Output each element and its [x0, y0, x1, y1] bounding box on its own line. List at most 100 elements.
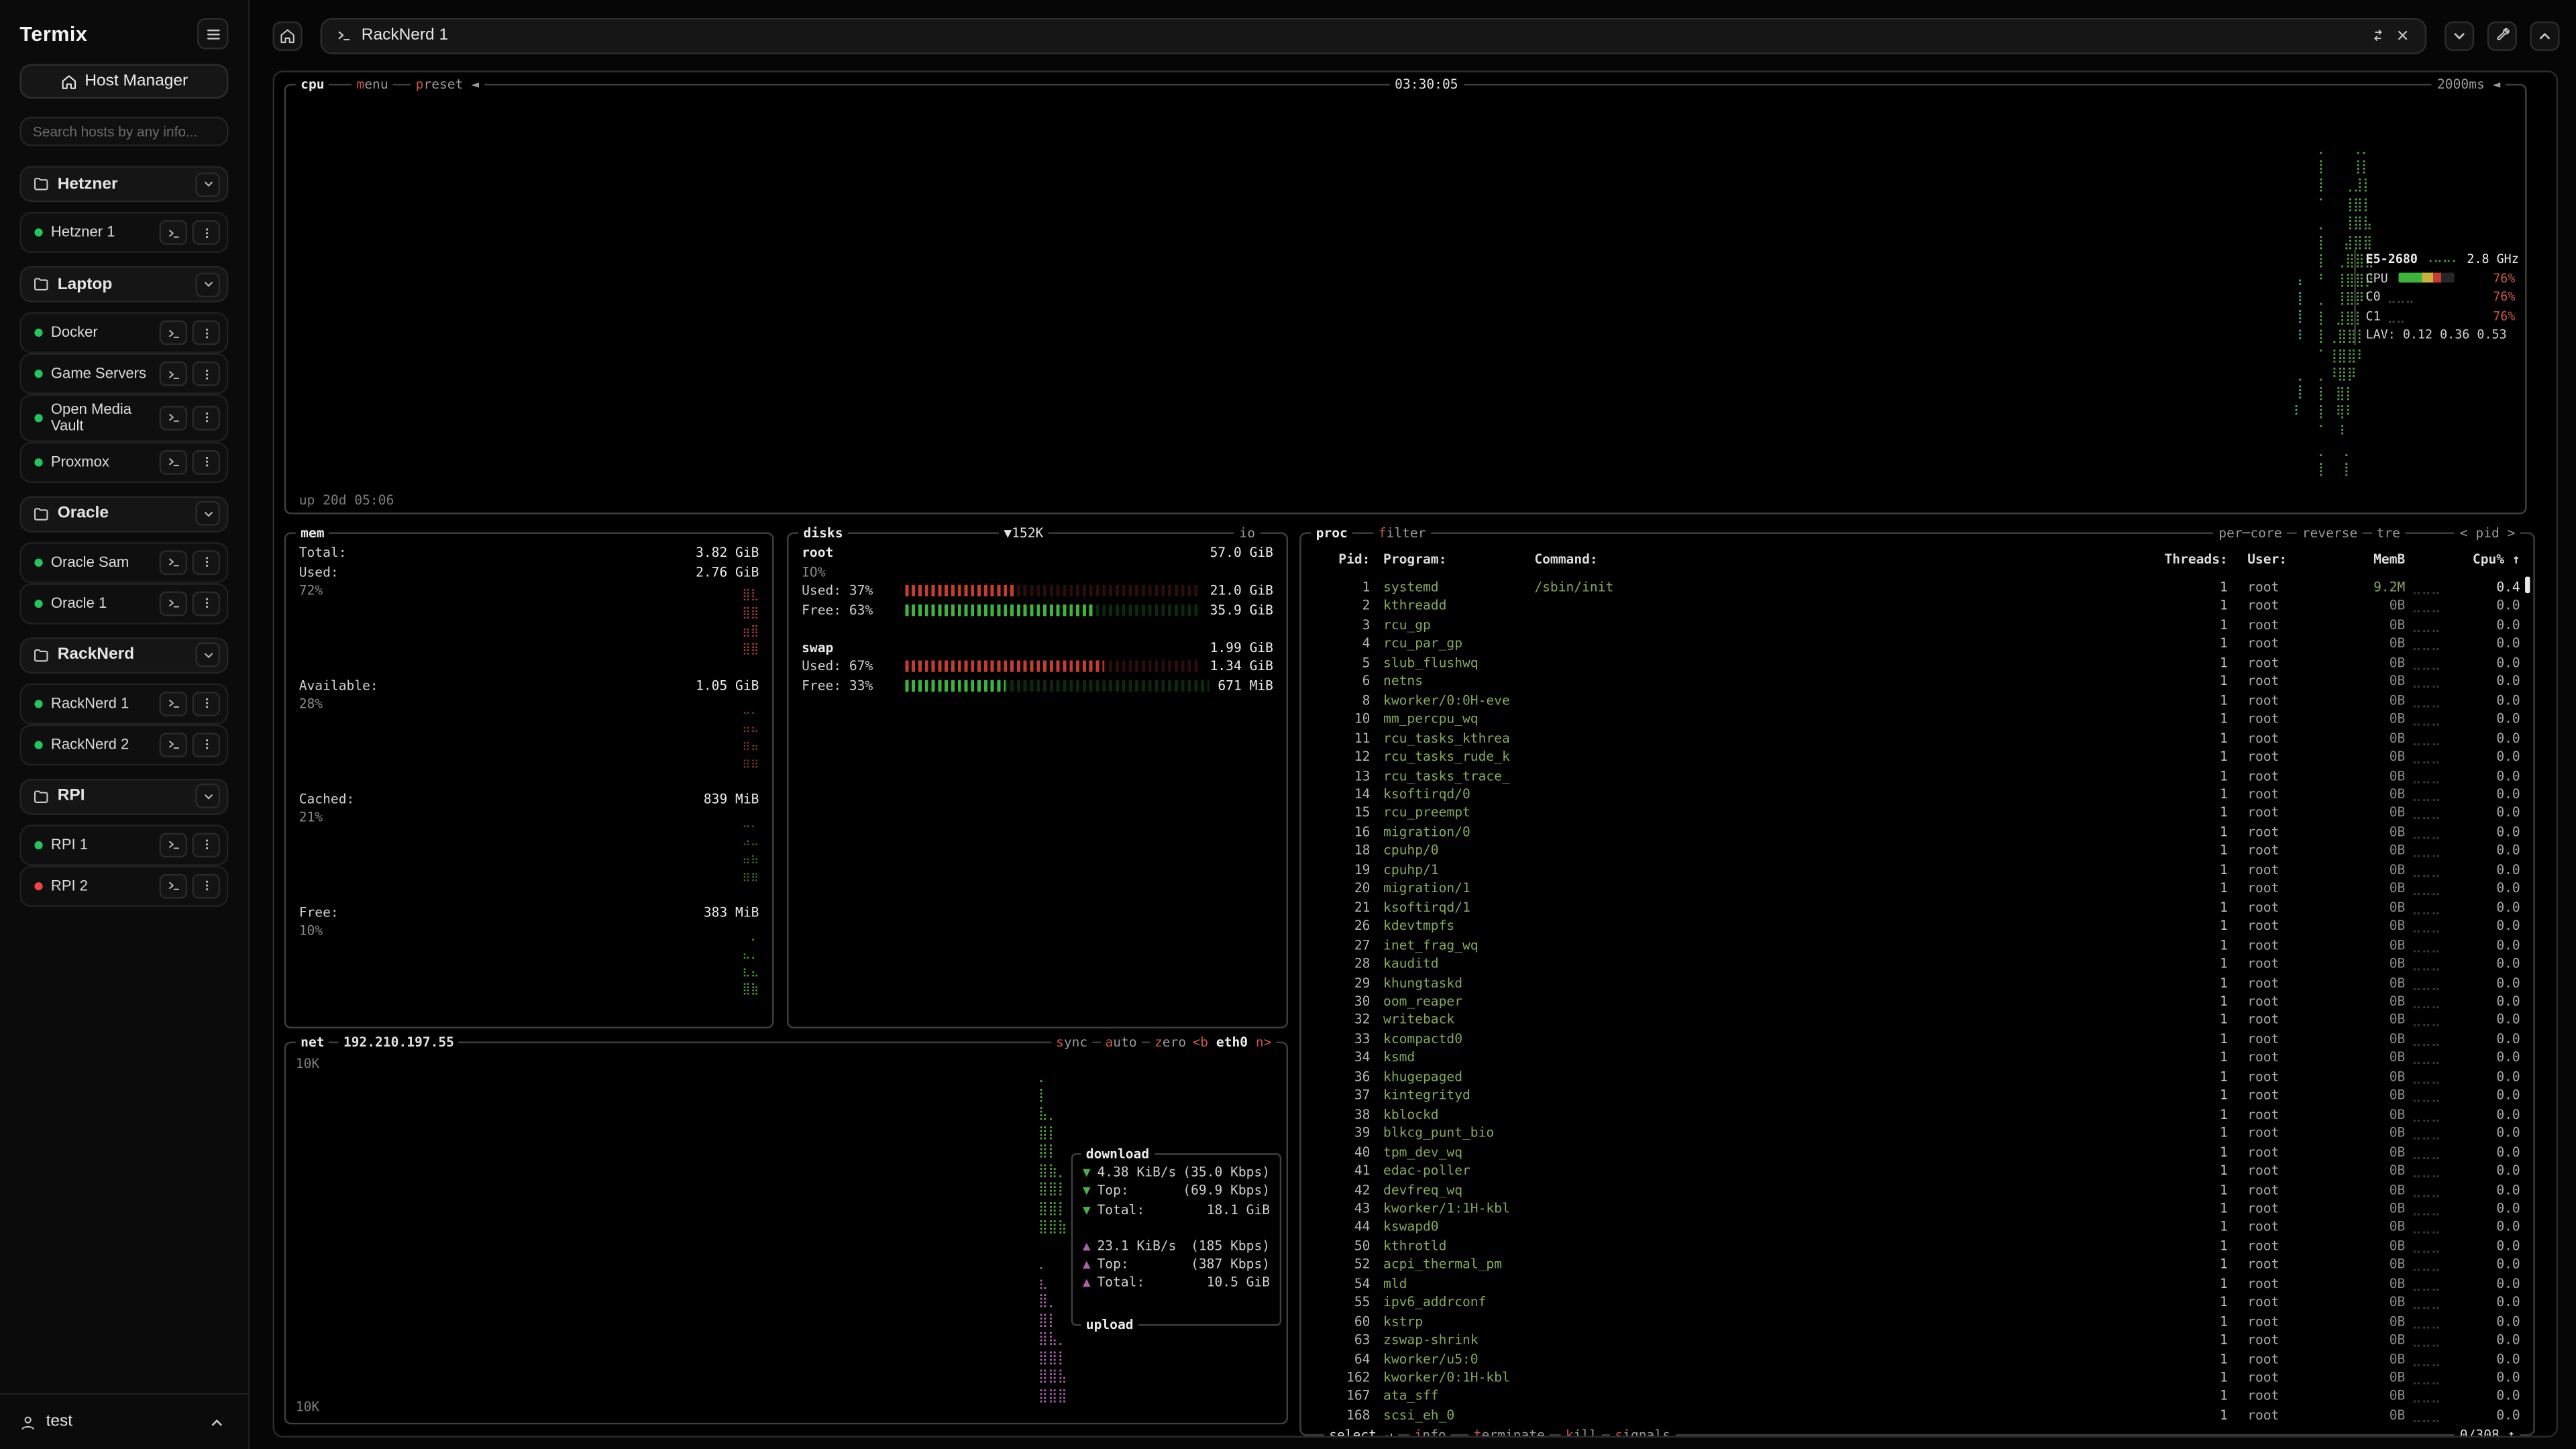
proc-scrollbar-thumb[interactable]: [2525, 577, 2530, 593]
process-row[interactable]: 44 kswapd0 1 root 0B ⣀⣀⣀ 0.0: [1314, 1218, 2520, 1237]
host-connect-button[interactable]: [160, 591, 188, 616]
menu-button[interactable]: menu: [352, 76, 393, 94]
process-row[interactable]: 8 kworker/0:0H-eve 1 root 0B ⣀⣀⣀ 0.0: [1314, 691, 2520, 710]
host-menu-button[interactable]: [193, 362, 221, 386]
process-row[interactable]: 19 cpuhp/1 1 root 0B ⣀⣀⣀ 0.0: [1314, 861, 2520, 879]
host-connect-button[interactable]: [160, 550, 188, 575]
host-menu-button[interactable]: [193, 732, 221, 757]
tab-racknerd-1[interactable]: RackNerd 1: [321, 17, 2427, 54]
process-row[interactable]: 162 kworker/0:1H-kbl 1 root 0B ⣀⣀⣀ 0.0: [1314, 1368, 2520, 1387]
host-menu-button[interactable]: [193, 591, 221, 616]
host-menu-button[interactable]: [193, 321, 221, 345]
host-connect-button[interactable]: [160, 362, 188, 386]
refresh-interval[interactable]: 2000ms ◄: [2432, 76, 2506, 94]
terminal-pane[interactable]: cpu menu preset ◄ 03:30:05 2000ms ◄ ⡀ ⢀⡀…: [273, 70, 2559, 1438]
proc-signals-button[interactable]: signals: [1610, 1426, 1675, 1438]
proc-sort-selector[interactable]: < pid >: [2455, 524, 2520, 542]
process-row[interactable]: 43 kworker/1:1H-kbl 1 root 0B ⣀⣀⣀ 0.0: [1314, 1199, 2520, 1218]
host-item[interactable]: RackNerd 2: [19, 724, 228, 765]
proc-tree-button[interactable]: tre: [2371, 524, 2405, 542]
proc-info-button[interactable]: info: [1409, 1426, 1451, 1438]
host-connect-button[interactable]: [160, 732, 188, 757]
folder-collapse-button[interactable]: [195, 643, 220, 667]
process-row[interactable]: 60 kstrp 1 root 0B ⣀⣀⣀ 0.0: [1314, 1312, 2520, 1331]
folder-header-laptop[interactable]: Laptop: [19, 266, 228, 303]
process-row[interactable]: 42 devfreq_wq 1 root 0B ⣀⣀⣀ 0.0: [1314, 1181, 2520, 1199]
process-row[interactable]: 12 rcu_tasks_rude_k 1 root 0B ⣀⣀⣀ 0.0: [1314, 747, 2520, 766]
host-connect-button[interactable]: [160, 406, 188, 431]
host-menu-button[interactable]: [193, 406, 221, 431]
host-menu-button[interactable]: [193, 833, 221, 857]
folder-collapse-button[interactable]: [195, 501, 220, 526]
host-connect-button[interactable]: [160, 449, 188, 474]
process-row[interactable]: 20 migration/1 1 root 0B ⣀⣀⣀ 0.0: [1314, 879, 2520, 898]
process-row[interactable]: 41 edac-poller 1 root 0B ⣀⣀⣀ 0.0: [1314, 1162, 2520, 1181]
host-connect-button[interactable]: [160, 321, 188, 345]
process-row[interactable]: 168 scsi_eh_0 1 root 0B ⣀⣀⣀ 0.0: [1314, 1406, 2520, 1425]
preset-button[interactable]: preset ◄: [411, 76, 484, 94]
net-sync-button[interactable]: sync: [1051, 1033, 1093, 1051]
header-pid[interactable]: Pid:: [1314, 550, 1370, 569]
header-cpu[interactable]: Cpu% ↑: [2451, 550, 2520, 569]
header-program[interactable]: Program:: [1383, 550, 1534, 569]
process-row[interactable]: 10 mm_percpu_wq 1 root 0B ⣀⣀⣀ 0.0: [1314, 710, 2520, 729]
host-item[interactable]: Game Servers: [19, 354, 228, 394]
collapse-button[interactable]: [2530, 21, 2559, 50]
proc-select-button[interactable]: select ↵: [1324, 1426, 1397, 1438]
folder-header-oracle[interactable]: Oracle: [19, 496, 228, 532]
process-row[interactable]: 36 khugepaged 1 root 0B ⣀⣀⣀ 0.0: [1314, 1067, 2520, 1086]
process-row[interactable]: 21 ksoftirqd/1 1 root 0B ⣀⣀⣀ 0.0: [1314, 898, 2520, 917]
host-connect-button[interactable]: [160, 220, 188, 245]
host-item[interactable]: RPI 2: [19, 865, 228, 906]
close-tab-icon[interactable]: [2396, 28, 2410, 43]
header-user[interactable]: User:: [2247, 550, 2329, 569]
search-input[interactable]: [19, 117, 228, 146]
net-auto-button[interactable]: auto: [1100, 1033, 1142, 1051]
net-interface-switcher[interactable]: <b eth0 n>: [1187, 1033, 1277, 1051]
host-connect-button[interactable]: [160, 691, 188, 716]
sidebar-menu-button[interactable]: [197, 18, 229, 50]
process-row[interactable]: 28 kauditd 1 root 0B ⣀⣀⣀ 0.0: [1314, 955, 2520, 973]
folder-header-rpi[interactable]: RPI: [19, 778, 228, 814]
process-row[interactable]: 4 rcu_par_gp 1 root 0B ⣀⣀⣀ 0.0: [1314, 635, 2520, 653]
folder-header-hetzner[interactable]: Hetzner: [19, 166, 228, 202]
process-row[interactable]: 55 ipv6_addrconf 1 root 0B ⣀⣀⣀ 0.0: [1314, 1293, 2520, 1312]
process-row[interactable]: 1 systemd /sbin/init 1 root 9.2M ⣀⣀⣀ 0.4: [1314, 578, 2520, 597]
home-button[interactable]: [273, 21, 303, 50]
process-row[interactable]: 16 migration/0 1 root 0B ⣀⣀⣀ 0.0: [1314, 823, 2520, 842]
host-item[interactable]: Hetzner 1: [19, 212, 228, 253]
net-zero-button[interactable]: zero: [1150, 1033, 1191, 1051]
host-menu-button[interactable]: [193, 550, 221, 575]
tools-button[interactable]: [2487, 21, 2517, 50]
process-row[interactable]: 3 rcu_gp 1 root 0B ⣀⣀⣀ 0.0: [1314, 616, 2520, 635]
folder-header-racknerd[interactable]: RackNerd: [19, 637, 228, 673]
header-mem[interactable]: MemB: [2330, 550, 2406, 569]
process-row[interactable]: 13 rcu_tasks_trace_ 1 root 0B ⣀⣀⣀ 0.0: [1314, 767, 2520, 786]
process-row[interactable]: 29 khungtaskd 1 root 0B ⣀⣀⣀ 0.0: [1314, 973, 2520, 992]
host-manager-button[interactable]: Host Manager: [19, 64, 228, 99]
process-row[interactable]: 37 kintegrityd 1 root 0B ⣀⣀⣀ 0.0: [1314, 1086, 2520, 1105]
process-row[interactable]: 167 ata_sff 1 root 0B ⣀⣀⣀ 0.0: [1314, 1387, 2520, 1406]
proc-kill-button[interactable]: kill: [1561, 1426, 1603, 1438]
process-row[interactable]: 6 netns 1 root 0B ⣀⣀⣀ 0.0: [1314, 672, 2520, 691]
process-row[interactable]: 34 ksmd 1 root 0B ⣀⣀⣀ 0.0: [1314, 1049, 2520, 1067]
host-connect-button[interactable]: [160, 833, 188, 857]
process-row[interactable]: 32 writeback 1 root 0B ⣀⣀⣀ 0.0: [1314, 1011, 2520, 1030]
process-row[interactable]: 39 blkcg_punt_bio 1 root 0B ⣀⣀⣀ 0.0: [1314, 1124, 2520, 1142]
process-row[interactable]: 64 kworker/u5:0 1 root 0B ⣀⣀⣀ 0.0: [1314, 1350, 2520, 1368]
host-item[interactable]: Open Media Vault: [19, 394, 228, 441]
process-row[interactable]: 2 kthreadd 1 root 0B ⣀⣀⣀ 0.0: [1314, 597, 2520, 616]
process-row[interactable]: 54 mld 1 root 0B ⣀⣀⣀ 0.0: [1314, 1275, 2520, 1293]
proc-terminate-button[interactable]: terminate: [1468, 1426, 1550, 1438]
split-view-icon[interactable]: [2371, 28, 2385, 43]
folder-collapse-button[interactable]: [195, 172, 220, 197]
proc-percore-button[interactable]: per─core: [2214, 524, 2287, 542]
proc-reverse-button[interactable]: reverse: [2297, 524, 2362, 542]
tab-dropdown-button[interactable]: [2445, 21, 2474, 50]
process-row[interactable]: 38 kblockd 1 root 0B ⣀⣀⣀ 0.0: [1314, 1105, 2520, 1124]
host-menu-button[interactable]: [193, 873, 221, 898]
host-item[interactable]: Oracle Sam: [19, 541, 228, 582]
host-item[interactable]: RackNerd 1: [19, 683, 228, 724]
host-item[interactable]: Docker: [19, 312, 228, 353]
host-item[interactable]: RPI 1: [19, 824, 228, 865]
